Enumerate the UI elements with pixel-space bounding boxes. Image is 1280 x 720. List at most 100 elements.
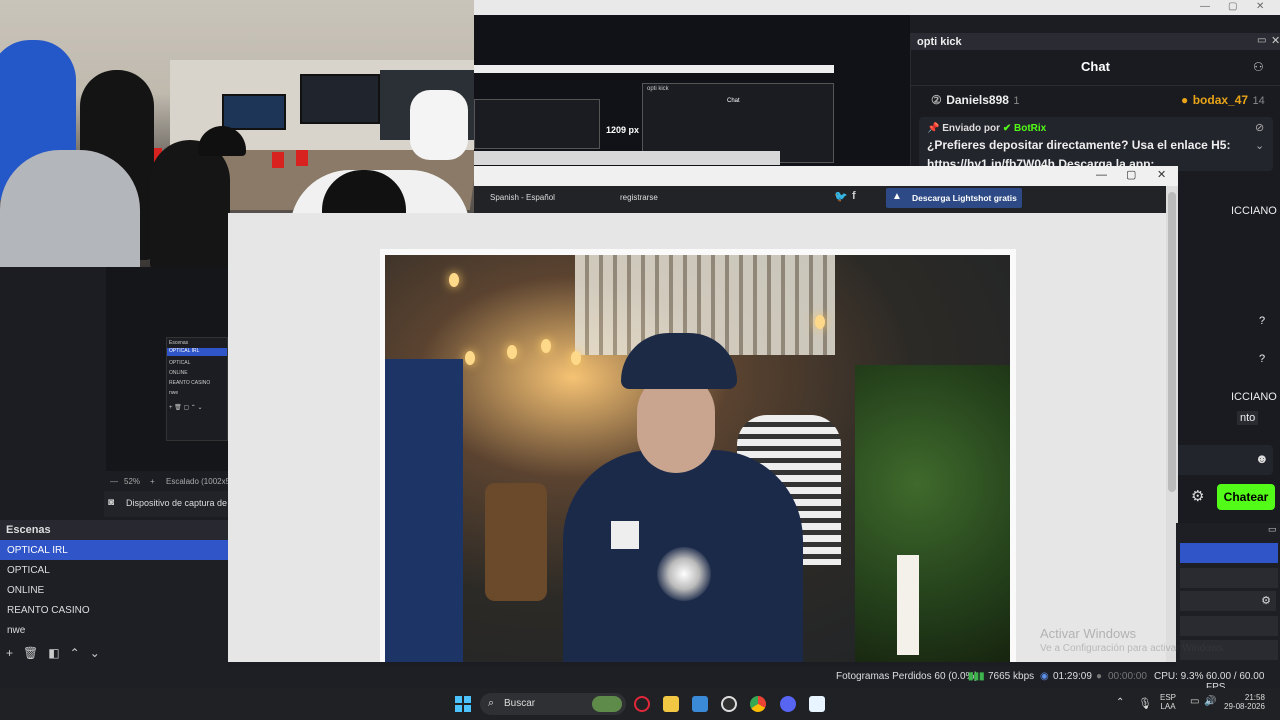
pin-icon: 📌	[927, 123, 940, 134]
chrome-icon[interactable]	[750, 696, 766, 712]
viewer-titlebar: — ▢ ✕	[474, 166, 1178, 186]
camera-icon: ◙	[108, 497, 115, 508]
cpu-usage: CPU: 9.3%	[1154, 671, 1204, 682]
nested-preview	[474, 99, 600, 149]
live-icon: ◉	[1040, 671, 1049, 682]
signal-icon: ▮▮▮	[968, 671, 985, 682]
users-icon[interactable]: ⚇	[1253, 60, 1264, 74]
discord-icon[interactable]	[780, 696, 796, 712]
dock-float-icon[interactable]: ▭	[1257, 35, 1266, 46]
bitrate: 7665 kbps	[988, 671, 1035, 682]
nested-window-bar	[474, 65, 834, 73]
windows-start-icon[interactable]	[455, 696, 471, 712]
source-row[interactable]: ◙ Dispositivo de captura de	[104, 491, 228, 517]
chat-fragment: nto	[1237, 411, 1259, 425]
webcam-person	[410, 90, 468, 160]
control-button[interactable]	[1180, 568, 1278, 588]
control-button[interactable]	[1180, 543, 1278, 563]
facebook-icon[interactable]: f	[852, 190, 856, 202]
live-time: 01:29:09	[1053, 671, 1092, 682]
microphone-icon[interactable]: 🎙	[1138, 697, 1152, 710]
dropped-frames: Fotogramas Perdidos 60 (0.0%)	[836, 671, 978, 682]
chevron-up-icon[interactable]: ⌃	[1116, 697, 1124, 708]
obs-icon[interactable]	[721, 696, 737, 712]
filter-icon[interactable]: ◧	[48, 646, 59, 660]
webcam-tv	[222, 94, 286, 130]
source-name: Dispositivo de captura de	[126, 498, 228, 508]
network-icon[interactable]: ▭	[1190, 696, 1199, 707]
verified-icon: ✔	[1002, 123, 1012, 134]
file-explorer-icon[interactable]	[663, 696, 679, 712]
obs-titlebar: — ▢ ✕	[474, 0, 1280, 15]
chevron-down-icon[interactable]: ⌄	[1255, 139, 1264, 152]
username[interactable]: Daniels898	[946, 93, 1009, 107]
chat-fragment: ?	[1259, 353, 1266, 365]
chevron-up-icon[interactable]: ⌃	[70, 646, 80, 660]
scene-item[interactable]: OPTICAL IRL	[0, 540, 228, 560]
lightshot-navbar: Spanish - Español registrarse 🐦 f ▲ Desc…	[474, 186, 1166, 213]
windows-taskbar: ⌕ Buscar ⌃ 🎙 ESP LAA ▭ 🔊 21:58 29-08-202…	[0, 688, 1280, 720]
webcam-cup	[296, 150, 308, 166]
volume-icon[interactable]: 🔊	[1204, 696, 1216, 707]
register-link[interactable]: registrarse	[620, 193, 658, 202]
obs-preview-left: Escenas OPTICAL IRL OPTICAL ONLINE REANT…	[0, 267, 235, 520]
app-icon[interactable]	[692, 696, 708, 712]
chat-fragment: ICCIANO	[1231, 205, 1277, 217]
dock-float-icon[interactable]: ▭	[1268, 524, 1277, 535]
scene-item[interactable]: OPTICAL	[0, 560, 228, 580]
lightshot-icon: ▲	[892, 191, 902, 202]
language-indicator[interactable]: ESP LAA	[1160, 693, 1176, 711]
nested-scenes: Escenas OPTICAL IRL OPTICAL ONLINE REANT…	[166, 337, 228, 441]
chevron-down-icon[interactable]: ⌄	[90, 646, 100, 660]
chat-message-1: ② Daniels898 1	[931, 93, 1020, 107]
trash-icon[interactable]: 🗑	[23, 646, 38, 660]
chat-header: Chat	[911, 50, 1280, 86]
scale-label: Escalado (1002x56	[166, 477, 235, 486]
rec-time: 00:00:00	[1108, 671, 1147, 682]
download-button[interactable]: ▲ Descarga Lightshot gratis	[886, 188, 1022, 208]
clock[interactable]: 21:58 29-08-2026	[1224, 693, 1265, 711]
username[interactable]: bodax_47	[1193, 93, 1248, 107]
scenes-title: Escenas	[0, 520, 228, 540]
language-select[interactable]: Spanish - Español	[490, 193, 555, 202]
badge-icon: ●	[1181, 93, 1189, 107]
gear-icon[interactable]: ⚙	[1191, 487, 1204, 505]
maximize-icon[interactable]: ▢	[1228, 1, 1237, 12]
zoom-level: 52%	[124, 477, 141, 486]
scene-toolbar: + 🗑 ◧ ⌃ ⌄	[0, 640, 228, 666]
chat-message-2: ● bodax_47 14	[1181, 93, 1265, 107]
activate-windows-subtitle: Ve a Configuración para activar Windows.	[1040, 643, 1226, 654]
scene-item[interactable]: REANTO CASINO	[0, 600, 228, 620]
control-button[interactable]	[1180, 591, 1256, 611]
search-icon: ⌕	[488, 697, 495, 709]
opera-icon[interactable]	[634, 696, 650, 712]
webcam-tv	[300, 74, 380, 124]
send-chat-button[interactable]: Chatear	[1217, 484, 1275, 510]
dock-close-icon[interactable]: ✕	[1271, 34, 1280, 47]
close-icon[interactable]: ✕	[1256, 1, 1264, 12]
nested-px-label: 1209 px	[606, 125, 640, 135]
scene-item[interactable]: nwe	[0, 620, 228, 640]
taskbar-search[interactable]: ⌕ Buscar	[480, 693, 626, 715]
badge-icon: ②	[931, 93, 942, 107]
minimize-icon[interactable]: —	[1096, 169, 1107, 181]
twitter-icon[interactable]: 🐦	[834, 190, 848, 203]
nested-window-bar	[474, 151, 780, 165]
scene-item[interactable]: ONLINE	[0, 580, 228, 600]
add-icon[interactable]: +	[6, 646, 13, 660]
pinned-text: ¿Prefieres depositar directamente? Usa e…	[927, 138, 1231, 152]
app-icon-2[interactable]	[809, 696, 825, 712]
obs-statusbar: Fotogramas Perdidos 60 (0.0%) ▮▮▮ 7665 k…	[0, 666, 1280, 693]
unpin-icon[interactable]: ⊘	[1255, 121, 1264, 134]
obs-preview: opti kick Chat 1209 px	[474, 15, 910, 180]
minimize-icon[interactable]: —	[1200, 1, 1210, 12]
control-button[interactable]	[1180, 616, 1278, 636]
pinned-sender[interactable]: BotRix	[1014, 123, 1046, 134]
chat-fragment: ?	[1259, 315, 1266, 327]
close-icon[interactable]: ✕	[1157, 168, 1166, 181]
gear-icon[interactable]: ⚙	[1256, 591, 1276, 611]
maximize-icon[interactable]: ▢	[1126, 168, 1136, 181]
scenes-dock: Escenas OPTICAL IRL OPTICAL ONLINE REANT…	[0, 520, 228, 666]
webcam-person	[150, 140, 230, 267]
emoji-icon[interactable]: ☻	[1255, 451, 1269, 466]
